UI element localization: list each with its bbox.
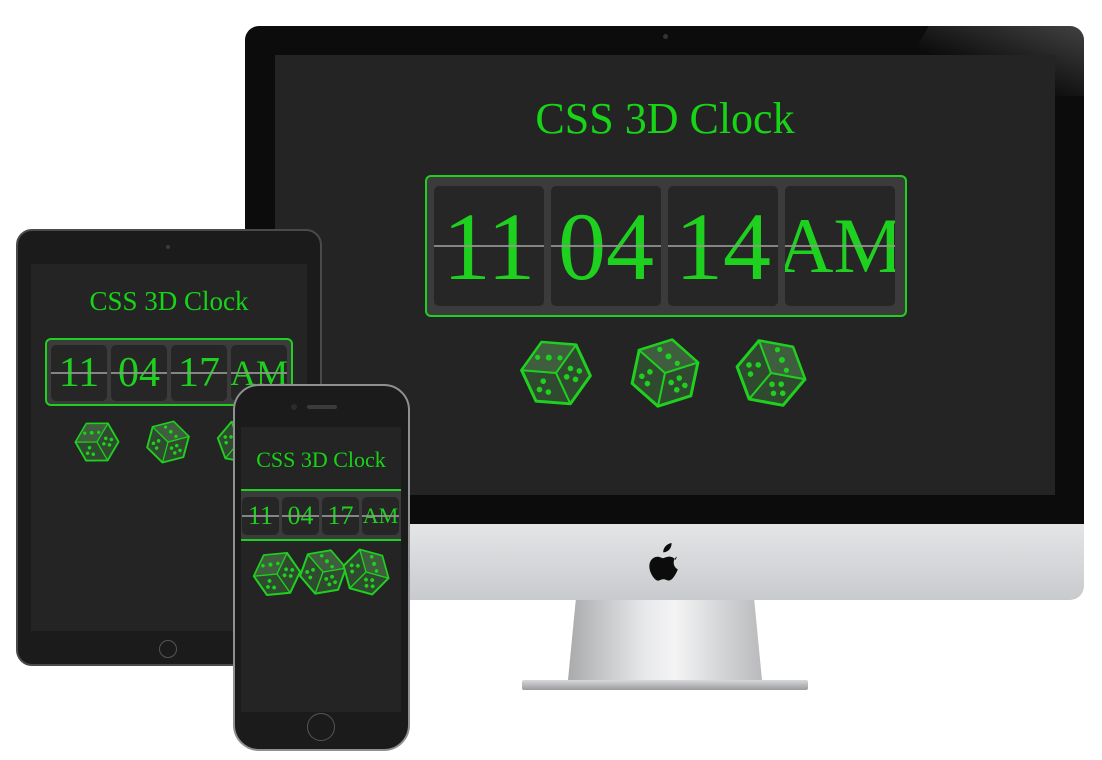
dice-icon: [627, 333, 703, 413]
ipad-camera: [166, 245, 170, 249]
dice-icon: [251, 547, 303, 601]
imac-stand-foot: [522, 680, 808, 690]
clock-minutes: 04: [551, 186, 661, 306]
page-title: CSS 3D Clock: [535, 94, 795, 143]
page-title: CSS 3D Clock: [89, 286, 249, 316]
clock-meridiem: AM: [785, 186, 895, 306]
iphone-speaker: [307, 405, 337, 409]
clock-seconds: 14: [668, 186, 778, 306]
iphone-home-button[interactable]: [307, 713, 335, 741]
dice-icon: [73, 417, 121, 467]
clock-minutes: 04: [282, 497, 319, 535]
dice-icon: [340, 545, 392, 599]
clock-meridiem: AM: [362, 497, 399, 535]
imac-stand: [568, 600, 762, 680]
ipad-home-button[interactable]: [159, 640, 177, 658]
page-title: CSS 3D Clock: [256, 447, 386, 472]
dice-icon: [144, 417, 192, 467]
flip-clock: 11 04 17 AM: [241, 489, 401, 541]
dice-icon: [733, 333, 809, 413]
dice-icon: [518, 333, 594, 413]
clock-seconds: 17: [322, 497, 359, 535]
clock-hours: 11: [434, 186, 544, 306]
iphone-screen: CSS 3D Clock 11 04 17 AM: [241, 427, 401, 712]
clock-minutes: 04: [111, 345, 167, 401]
flip-clock: 11 04 14 AM: [425, 175, 907, 317]
apple-logo-icon: [649, 543, 678, 581]
imac-camera: [663, 34, 668, 39]
clock-seconds: 17: [171, 345, 227, 401]
iphone-camera: [291, 404, 297, 410]
clock-hours: 11: [51, 345, 107, 401]
clock-hours: 11: [242, 497, 279, 535]
